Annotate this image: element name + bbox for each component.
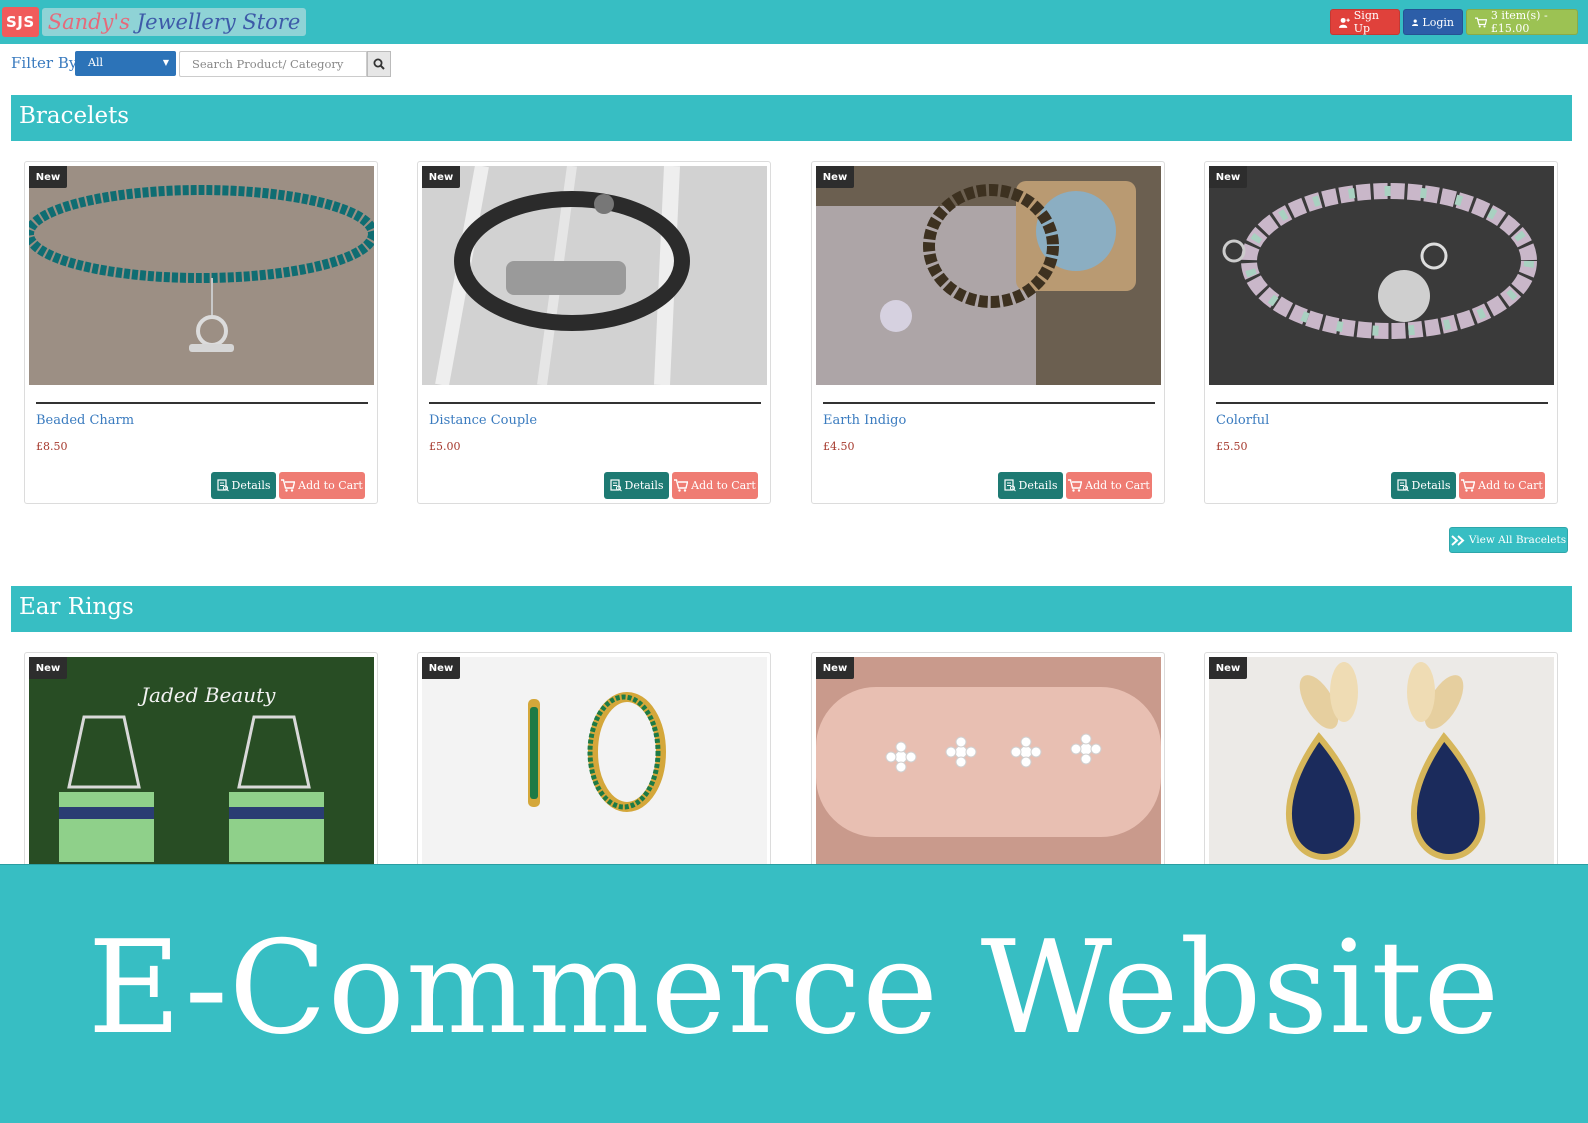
- product-image[interactable]: [816, 657, 1161, 876]
- product-name[interactable]: Beaded Charm: [36, 413, 134, 428]
- login-label: Login: [1422, 15, 1454, 29]
- image-caption: Jaded Beauty: [137, 683, 276, 707]
- product-price: £4.50: [823, 440, 855, 453]
- details-icon: [216, 479, 229, 492]
- logo-text-part2: Jewellery Store: [136, 10, 301, 34]
- double-chevron-right-icon: [1451, 534, 1465, 546]
- product-image[interactable]: [1209, 657, 1554, 876]
- details-label: Details: [1018, 479, 1058, 492]
- caret-down-icon: ▼: [162, 58, 169, 67]
- add-cart-icon: [1461, 479, 1476, 492]
- product-image[interactable]: Jaded Beauty: [29, 657, 374, 876]
- product-image[interactable]: [29, 166, 374, 385]
- product-image[interactable]: [422, 657, 767, 876]
- signup-button[interactable]: Sign Up: [1330, 9, 1400, 35]
- new-badge: New: [29, 166, 67, 188]
- view-all-bracelets-button[interactable]: View All Bracelets: [1449, 527, 1568, 553]
- promo-banner: E-Commerce Website: [0, 864, 1588, 1123]
- add-to-cart-button[interactable]: Add to Cart: [1459, 472, 1545, 499]
- add-to-cart-label: Add to Cart: [691, 479, 756, 492]
- new-badge: New: [422, 657, 460, 679]
- section-header-ear-rings: Ear Rings: [11, 586, 1572, 632]
- new-badge: New: [816, 657, 854, 679]
- details-button[interactable]: Details: [604, 472, 669, 499]
- view-all-label: View All Bracelets: [1468, 534, 1567, 546]
- add-to-cart-button[interactable]: Add to Cart: [672, 472, 758, 499]
- details-button[interactable]: Details: [1391, 472, 1456, 499]
- product-price: £8.50: [36, 440, 68, 453]
- divider: [1216, 402, 1548, 404]
- category-filter-select[interactable]: All ▼: [75, 51, 176, 76]
- new-badge: New: [422, 166, 460, 188]
- product-price: £5.00: [429, 440, 461, 453]
- product-card: New Colorful £5.50 Details Add to Cart: [1204, 161, 1558, 504]
- store-logo[interactable]: SJS Sandy's Jewellery Store: [2, 5, 307, 39]
- details-label: Details: [231, 479, 271, 492]
- product-image[interactable]: [422, 166, 767, 385]
- details-icon: [1396, 479, 1409, 492]
- filter-selected-value: All: [88, 56, 103, 69]
- add-to-cart-label: Add to Cart: [1478, 479, 1543, 492]
- divider: [823, 402, 1155, 404]
- details-button[interactable]: Details: [211, 472, 276, 499]
- add-to-cart-label: Add to Cart: [1085, 479, 1150, 492]
- new-badge: New: [1209, 657, 1247, 679]
- signup-label: Sign Up: [1353, 9, 1379, 35]
- logo-text-part1: Sandy's: [47, 10, 130, 34]
- divider: [36, 402, 368, 404]
- search-placeholder: Search Product/ Category: [192, 57, 344, 71]
- user-plus-icon: [1339, 17, 1350, 28]
- cart-summary: 3 item(s) - £15.00: [1490, 9, 1548, 35]
- add-to-cart-button[interactable]: Add to Cart: [279, 472, 365, 499]
- details-label: Details: [1411, 479, 1451, 492]
- filter-label: Filter By:: [11, 54, 83, 72]
- logo-text: Sandy's Jewellery Store: [41, 8, 307, 36]
- cart-button[interactable]: 3 item(s) - £15.00: [1466, 9, 1578, 35]
- top-navbar: SJS Sandy's Jewellery Store Sign Up Logi…: [0, 0, 1588, 44]
- divider: [429, 402, 761, 404]
- login-button[interactable]: Login: [1403, 9, 1463, 35]
- details-icon: [609, 479, 622, 492]
- product-name[interactable]: Colorful: [1216, 413, 1269, 428]
- add-cart-icon: [281, 479, 296, 492]
- add-to-cart-label: Add to Cart: [298, 479, 363, 492]
- search-icon: [373, 58, 385, 70]
- new-badge: New: [1209, 166, 1247, 188]
- section-header-bracelets: Bracelets: [11, 95, 1572, 141]
- new-badge: New: [816, 166, 854, 188]
- search-input[interactable]: Search Product/ Category: [179, 51, 367, 77]
- cart-icon: [1475, 17, 1487, 27]
- banner-title: E-Commerce Website: [87, 913, 1501, 1063]
- add-cart-icon: [674, 479, 689, 492]
- new-badge: New: [29, 657, 67, 679]
- product-name[interactable]: Distance Couple: [429, 413, 537, 428]
- add-cart-icon: [1068, 479, 1083, 492]
- details-icon: [1003, 479, 1016, 492]
- search-button[interactable]: [367, 51, 391, 77]
- product-card: New Beaded Charm £8.50 Details Add to Ca…: [24, 161, 378, 504]
- product-name[interactable]: Earth Indigo: [823, 413, 906, 428]
- product-card: New Distance Couple £5.00 Details Add to…: [417, 161, 771, 504]
- logo-badge: SJS: [2, 7, 39, 37]
- add-to-cart-button[interactable]: Add to Cart: [1066, 472, 1152, 499]
- product-card: New Earth Indigo £4.50 Details Add to Ca…: [811, 161, 1165, 504]
- product-image[interactable]: [1209, 166, 1554, 385]
- details-label: Details: [624, 479, 664, 492]
- details-button[interactable]: Details: [998, 472, 1063, 499]
- user-icon: [1412, 19, 1419, 26]
- product-price: £5.50: [1216, 440, 1248, 453]
- product-image[interactable]: [816, 166, 1161, 385]
